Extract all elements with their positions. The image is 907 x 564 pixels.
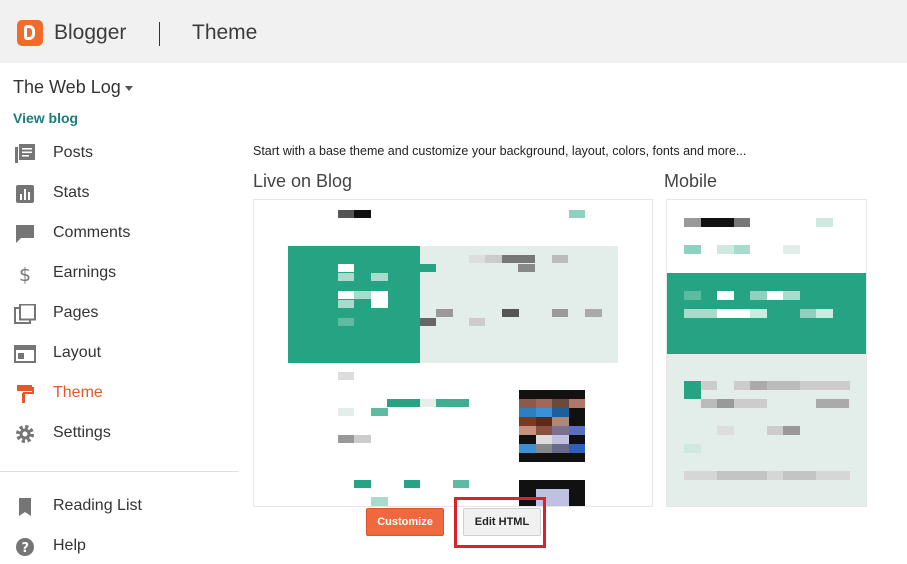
sidebar-item-label: Posts <box>53 144 94 161</box>
sidebar-item-theme[interactable]: Theme <box>0 377 238 411</box>
sidebar-item-layout[interactable]: Layout <box>0 337 238 371</box>
sidebar-item-earnings[interactable]: $ Earnings <box>0 257 238 291</box>
sidebar-item-label: Stats <box>53 184 90 201</box>
sidebar-item-label: Layout <box>53 344 102 361</box>
sidebar-item-pages[interactable]: Pages <box>0 297 238 331</box>
sidebar-item-help[interactable]: ? Help <box>0 530 238 564</box>
caret-down-icon[interactable] <box>125 86 133 91</box>
paint-roller-icon <box>17 385 34 403</box>
sidebar-item-label: Comments <box>53 224 131 241</box>
customize-button[interactable]: Customize <box>366 508 444 536</box>
brand-name[interactable]: Blogger <box>54 21 126 45</box>
sidebar-item-posts[interactable]: Posts <box>0 137 238 171</box>
posts-icon <box>15 144 35 163</box>
pages-icon <box>14 304 36 324</box>
help-icon: ? <box>16 538 34 556</box>
bookmark-icon <box>19 498 31 516</box>
blogger-logo-icon[interactable] <box>17 20 43 46</box>
live-on-blog-title: Live on Blog <box>253 171 353 191</box>
sidebar-item-label: Reading List <box>53 497 142 514</box>
gear-icon <box>16 425 34 443</box>
edit-html-highlight-box <box>454 497 546 548</box>
sidebar-item-stats[interactable]: Stats <box>0 177 238 211</box>
live-theme-preview[interactable] <box>253 199 653 507</box>
sidebar-item-label: Help <box>53 537 86 554</box>
svg-text:$: $ <box>19 264 31 284</box>
page-title: Theme <box>192 21 258 44</box>
mobile-title: Mobile <box>664 171 718 191</box>
dollar-icon: $ <box>19 264 31 284</box>
sidebar-item-settings[interactable]: Settings <box>0 417 238 451</box>
comment-icon <box>16 225 34 243</box>
top-bar: Blogger Theme <box>0 0 907 63</box>
stats-icon <box>16 185 34 203</box>
mobile-theme-preview[interactable] <box>666 199 867 507</box>
sidebar-item-label: Pages <box>53 304 99 321</box>
sidebar-divider <box>0 471 238 472</box>
view-blog-link[interactable]: View blog <box>13 110 78 126</box>
svg-text:?: ? <box>22 541 30 556</box>
sidebar-item-label: Earnings <box>53 264 117 281</box>
blog-selector[interactable]: The Web Log <box>13 77 121 98</box>
sidebar-item-label: Settings <box>53 424 111 441</box>
header-divider <box>159 22 160 46</box>
theme-intro-text: Start with a base theme and customize yo… <box>253 144 747 158</box>
sidebar-item-comments[interactable]: Comments <box>0 217 238 251</box>
sidebar-item-reading-list[interactable]: Reading List <box>0 490 238 524</box>
sidebar-item-label: Theme <box>53 384 103 401</box>
layout-icon <box>14 345 36 363</box>
